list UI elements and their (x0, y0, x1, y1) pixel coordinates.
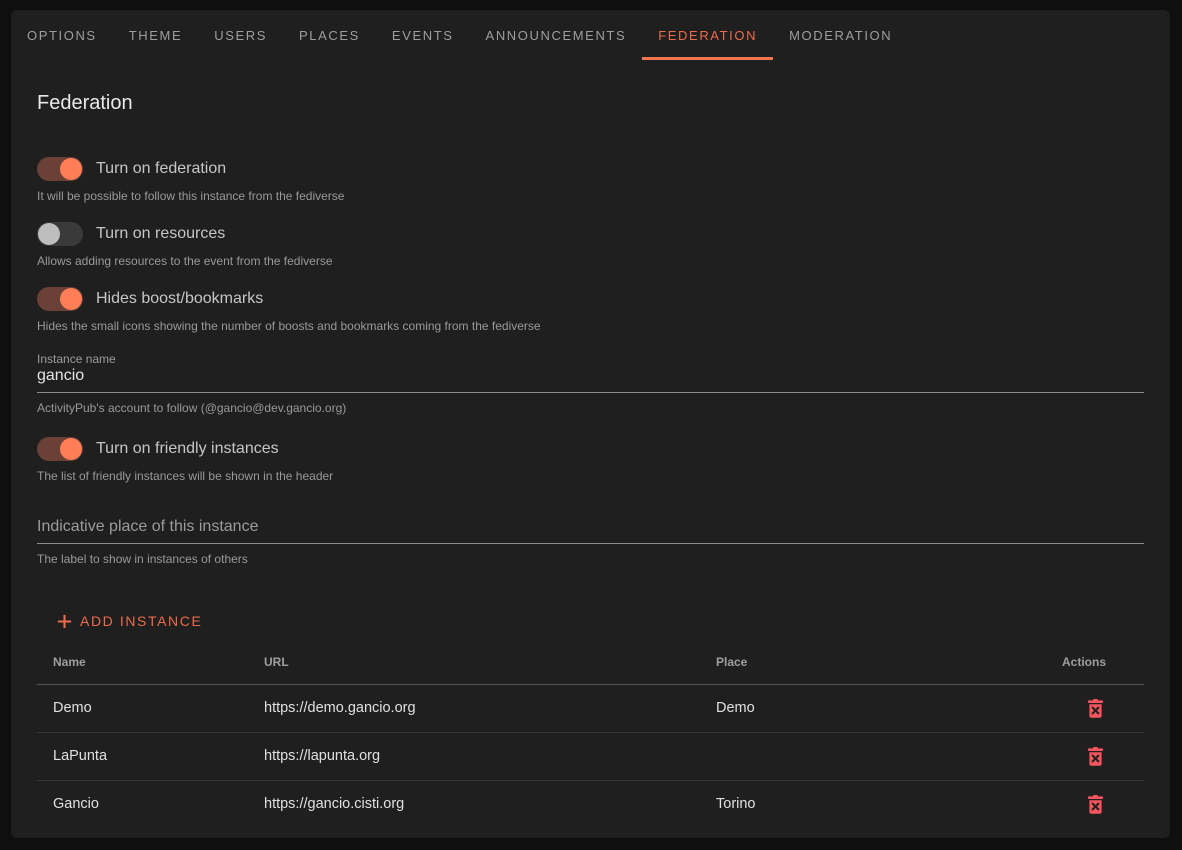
instance-place-field: The label to show in instances of others (37, 517, 1144, 566)
delete-instance-button[interactable] (1081, 791, 1110, 818)
setting-friendly-instances: Turn on friendly instances The list of f… (37, 437, 1144, 483)
trash-delete-icon (1087, 706, 1104, 721)
resources-toggle[interactable] (37, 222, 83, 246)
instance-url-cell: https://lapunta.org (248, 732, 700, 780)
column-header-url: URL (248, 640, 700, 684)
instance-name-cell: LaPunta (37, 732, 248, 780)
instance-name-cell: Demo (37, 684, 248, 732)
column-header-place: Place (700, 640, 1046, 684)
instance-actions-cell (1046, 684, 1144, 732)
friendly-instances-toggle[interactable] (37, 437, 83, 461)
tab-options[interactable]: OPTIONS (11, 10, 113, 60)
setting-turn-on-federation: Turn on federation It will be possible t… (37, 157, 1144, 203)
tab-events[interactable]: EVENTS (376, 10, 470, 60)
tab-federation[interactable]: FEDERATION (642, 10, 773, 60)
trusted-instances-table: Name URL Place Actions Demo https://demo… (37, 640, 1144, 828)
instance-name-input[interactable] (37, 366, 1144, 393)
column-header-name: Name (37, 640, 248, 684)
toggle-thumb (38, 223, 60, 245)
table-header-row: Name URL Place Actions (37, 640, 1144, 684)
friendly-instances-toggle-hint: The list of friendly instances will be s… (37, 469, 1144, 483)
plus-icon (56, 613, 73, 630)
toggle-thumb (60, 438, 82, 460)
hide-boosts-toggle-label: Hides boost/bookmarks (96, 290, 263, 308)
instance-actions-cell (1046, 732, 1144, 780)
add-instance-button[interactable]: ADD INSTANCE (56, 607, 202, 635)
tab-users[interactable]: USERS (198, 10, 283, 60)
toggle-thumb (60, 158, 82, 180)
tab-places[interactable]: PLACES (283, 10, 376, 60)
column-header-actions: Actions (1046, 640, 1144, 684)
federation-toggle-label: Turn on federation (96, 160, 226, 178)
hide-boosts-toggle[interactable] (37, 287, 83, 311)
instance-place-input[interactable] (37, 517, 1144, 544)
admin-tab-bar: OPTIONS THEME USERS PLACES EVENTS ANNOUN… (11, 10, 1170, 60)
federation-toggle[interactable] (37, 157, 83, 181)
add-instance-button-label: ADD INSTANCE (80, 613, 202, 629)
instance-name-hint: ActivityPub's account to follow (@gancio… (37, 401, 1144, 415)
page-title: Federation (37, 92, 1144, 115)
table-row: Gancio https://gancio.cisti.org Torino (37, 780, 1144, 828)
admin-settings-panel: OPTIONS THEME USERS PLACES EVENTS ANNOUN… (11, 10, 1170, 838)
instance-place-hint: The label to show in instances of others (37, 552, 1144, 566)
table-row: LaPunta https://lapunta.org (37, 732, 1144, 780)
instance-place-cell: Torino (700, 780, 1046, 828)
instance-place-cell: Demo (700, 684, 1046, 732)
trash-delete-icon (1087, 802, 1104, 817)
resources-toggle-label: Turn on resources (96, 225, 225, 243)
tab-announcements[interactable]: ANNOUNCEMENTS (470, 10, 643, 60)
federation-toggle-hint: It will be possible to follow this insta… (37, 189, 1144, 203)
setting-turn-on-resources: Turn on resources Allows adding resource… (37, 222, 1144, 268)
instance-url-cell: https://demo.gancio.org (248, 684, 700, 732)
federation-settings-content: Federation Turn on federation It will be… (11, 92, 1170, 828)
tab-theme[interactable]: THEME (113, 10, 199, 60)
instance-name-field: Instance name ActivityPub's account to f… (37, 352, 1144, 415)
hide-boosts-toggle-hint: Hides the small icons showing the number… (37, 319, 1144, 333)
trash-delete-icon (1087, 754, 1104, 769)
toggle-thumb (60, 288, 82, 310)
instance-name-label: Instance name (37, 352, 1144, 366)
instance-url-cell: https://gancio.cisti.org (248, 780, 700, 828)
friendly-instances-toggle-label: Turn on friendly instances (96, 440, 279, 458)
instance-actions-cell (1046, 780, 1144, 828)
instance-name-cell: Gancio (37, 780, 248, 828)
delete-instance-button[interactable] (1081, 695, 1110, 722)
resources-toggle-hint: Allows adding resources to the event fro… (37, 254, 1144, 268)
tab-moderation[interactable]: MODERATION (773, 10, 908, 60)
instance-place-cell (700, 732, 1046, 780)
table-row: Demo https://demo.gancio.org Demo (37, 684, 1144, 732)
setting-hide-boosts: Hides boost/bookmarks Hides the small ic… (37, 287, 1144, 333)
delete-instance-button[interactable] (1081, 743, 1110, 770)
